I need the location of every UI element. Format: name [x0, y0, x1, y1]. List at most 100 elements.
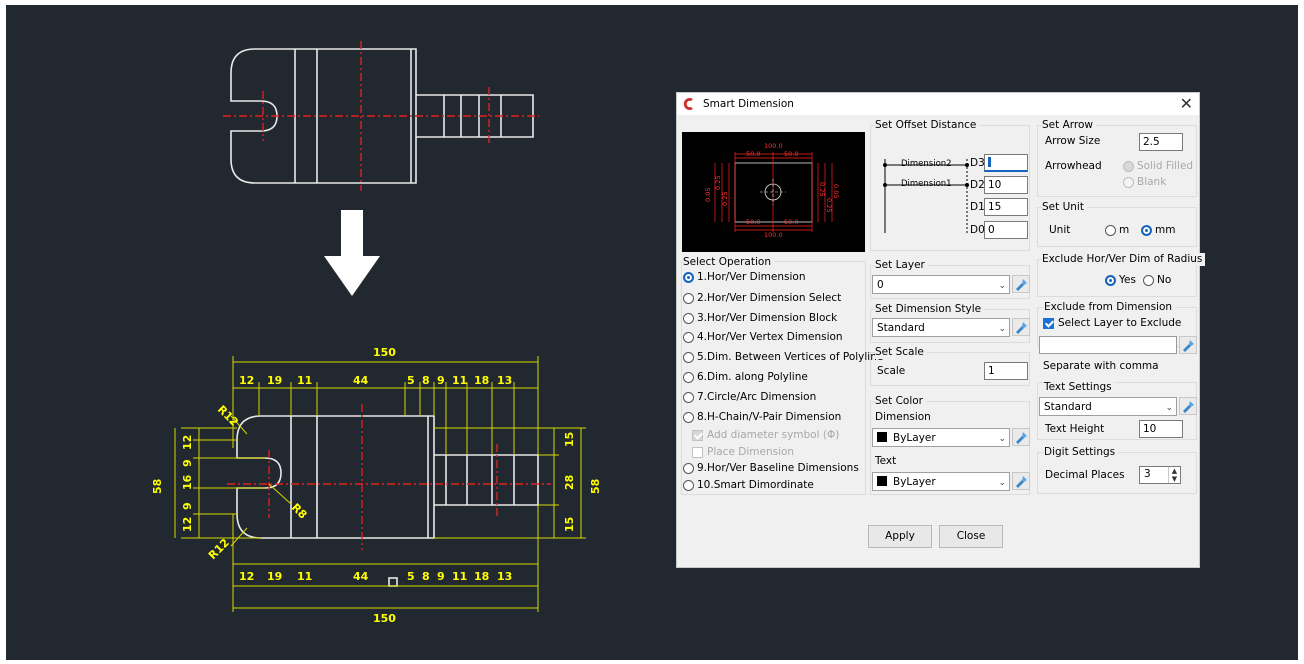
dim-bottom-10: 13	[497, 570, 512, 583]
operation-label-7: 7.Circle/Arc Dimension	[697, 391, 817, 403]
app-logo-icon	[683, 98, 693, 110]
text-style-select[interactable]: Standard ⌄	[1039, 397, 1177, 416]
dim-bottom-9: 18	[474, 570, 489, 583]
add-diameter-checkbox[interactable]	[692, 430, 703, 441]
decimal-places-label: Decimal Places	[1045, 469, 1125, 481]
digit-group-title: Digit Settings	[1044, 446, 1119, 459]
exclude-yes-label: Yes	[1119, 274, 1136, 286]
chevron-down-icon: ⌄	[998, 434, 1006, 444]
radio-operation-9[interactable]	[683, 463, 694, 474]
layer-select[interactable]: 0 ⌄	[872, 275, 1010, 294]
brush-icon	[1183, 340, 1194, 352]
preview-right-b: 0.25	[825, 198, 833, 212]
scale-input[interactable]: 1	[984, 362, 1028, 380]
arrowhead-label: Arrowhead	[1045, 160, 1102, 172]
decimal-places-spinner[interactable]: 3 ▲ ▼	[1139, 466, 1181, 484]
radio-operation-2[interactable]	[683, 293, 694, 304]
brush-icon	[1183, 401, 1194, 413]
radio-blank[interactable]	[1123, 177, 1134, 188]
dim-style-pick-button[interactable]	[1012, 318, 1030, 336]
d1-input[interactable]: 15	[984, 198, 1028, 216]
exclude-radius-title: Exclude Hor/Ver Dim of Radius	[1042, 253, 1206, 266]
dim-right-1: 15	[563, 432, 576, 447]
radio-unit-mm[interactable]	[1141, 225, 1152, 236]
blank-label: Blank	[1137, 176, 1167, 188]
layer-pick-button[interactable]	[1012, 275, 1030, 293]
dim-left-total: 58	[151, 479, 164, 494]
radio-operation-4[interactable]	[683, 332, 694, 343]
preview-bottom-left: 50.0	[746, 218, 760, 226]
d0-label: D0	[970, 224, 985, 236]
preview-right-outer: 0.05	[832, 184, 840, 198]
radio-operation-7[interactable]	[683, 392, 694, 403]
text-color-value: ByLayer	[893, 476, 936, 488]
d2-input[interactable]: 10	[984, 176, 1028, 194]
radio-operation-8[interactable]	[683, 412, 694, 423]
dim-top-4: 44	[353, 374, 369, 387]
dim-color-pick-button[interactable]	[1012, 428, 1030, 446]
layer-select-value: 0	[877, 279, 884, 291]
dim-style-select[interactable]: Standard ⌄	[872, 318, 1010, 337]
dim-top-7: 9	[437, 374, 445, 387]
apply-button[interactable]: Apply	[868, 525, 932, 548]
text-color-pick-button[interactable]	[1012, 472, 1030, 490]
text-style-pick-button[interactable]	[1179, 397, 1197, 415]
preview-drawing: 100.0 50.0 50.0 50.0 50.0 100.0 0.05 0.2…	[704, 142, 840, 239]
brush-icon	[1016, 279, 1027, 291]
cad-drawing-dimensioned: 150 150 12 19 11 44 5 8 9 11 18 13 12 19…	[151, 346, 602, 625]
color-swatch	[877, 476, 887, 486]
radio-operation-1[interactable]	[683, 272, 694, 283]
offset-diagram-dim2: Dimension2	[901, 159, 952, 169]
dim-top-5: 5	[407, 374, 415, 387]
text-height-input[interactable]: 10	[1139, 420, 1183, 438]
select-layer-exclude-checkbox[interactable]	[1043, 318, 1054, 329]
operation-label-4: 4.Hor/Ver Vertex Dimension	[697, 331, 843, 343]
smart-dimension-dialog: Smart Dimension ✕ 100.0 50.0 50.0 50.0 5…	[676, 92, 1206, 568]
dim-bottom-8: 11	[452, 570, 467, 583]
radio-operation-3[interactable]	[683, 313, 694, 324]
solid-filled-label: Solid Filled	[1137, 160, 1194, 172]
radio-exclude-yes[interactable]	[1105, 275, 1116, 286]
exclude-layers-input[interactable]	[1039, 336, 1177, 354]
radio-operation-6[interactable]	[683, 372, 694, 383]
dim-top-10: 13	[497, 374, 512, 387]
exclude-pick-button[interactable]	[1179, 336, 1197, 354]
radio-exclude-no[interactable]	[1143, 275, 1154, 286]
scale-label: Scale	[877, 365, 906, 377]
dim-radius-inner: R8	[289, 501, 310, 522]
close-button[interactable]: Close	[939, 525, 1003, 548]
preview-top-left: 50.0	[746, 150, 760, 158]
dim-radius-top: R12	[215, 403, 241, 429]
offset-diagram-dim1: Dimension1	[901, 179, 952, 189]
d0-input[interactable]: 0	[984, 221, 1028, 239]
dim-bottom-1: 12	[239, 570, 254, 583]
preview-bottom-right: 50.0	[784, 218, 798, 226]
d3-input[interactable]	[984, 154, 1028, 172]
preview-top-total: 100.0	[764, 142, 783, 150]
arrow-size-input[interactable]: 2.5	[1139, 133, 1183, 151]
brush-icon	[1016, 476, 1027, 488]
dim-left-4: 9	[181, 502, 194, 510]
operation-label-3: 3.Hor/Ver Dimension Block	[697, 312, 838, 324]
dim-bottom-3: 11	[297, 570, 312, 583]
dim-color-select[interactable]: ByLayer ⌄	[872, 428, 1010, 447]
text-color-select[interactable]: ByLayer ⌄	[872, 472, 1010, 491]
dim-top-6: 8	[422, 374, 430, 387]
arrow-size-label: Arrow Size	[1045, 135, 1101, 147]
d3-label: D3	[970, 157, 985, 169]
operation-label-6: 6.Dim. along Polyline	[697, 371, 808, 383]
preview-left-b: 0.25	[721, 192, 729, 206]
preview-right-a: 0.25	[818, 182, 826, 196]
radio-unit-m[interactable]	[1105, 225, 1116, 236]
radio-operation-10[interactable]	[683, 480, 694, 491]
radio-solid-filled[interactable]	[1123, 161, 1134, 172]
dialog-title: Smart Dimension	[703, 98, 794, 110]
close-icon[interactable]: ✕	[1180, 94, 1193, 113]
dim-style-select-value: Standard	[877, 322, 925, 334]
radio-operation-5[interactable]	[683, 352, 694, 363]
place-dimension-checkbox[interactable]	[692, 447, 703, 458]
separate-comma-hint: Separate with comma	[1043, 360, 1159, 372]
arrow-down-icon	[324, 210, 380, 296]
spinner-arrows-icon[interactable]: ▲ ▼	[1168, 467, 1180, 483]
select-layer-exclude-label: Select Layer to Exclude	[1058, 317, 1182, 329]
